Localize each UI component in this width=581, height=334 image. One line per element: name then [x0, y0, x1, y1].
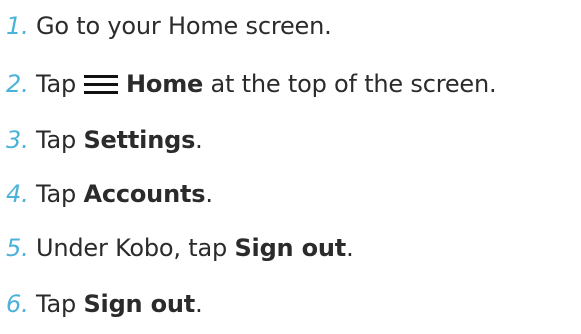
step-text: Tap Settings . [36, 126, 203, 154]
step-text-suffix: at the top of the screen. [203, 70, 497, 98]
step-3: 3. Tap Settings . [6, 120, 203, 160]
step-emphasis: Sign out [234, 234, 347, 262]
step-text-prefix: Tap [36, 180, 84, 208]
step-5: 5. Under Kobo, tap Sign out . [6, 228, 354, 268]
step-text: Under Kobo, tap Sign out . [36, 234, 354, 262]
step-text: Tap Sign out . [36, 290, 203, 318]
step-1: 1. Go to your Home screen. [6, 6, 332, 46]
step-6: 6. Tap Sign out . [6, 284, 203, 324]
step-emphasis: Settings [83, 126, 196, 154]
step-text-suffix: . [195, 290, 203, 318]
step-number: 5. [6, 234, 29, 262]
step-emphasis: Home [126, 70, 204, 98]
step-text-suffix: . [205, 180, 213, 208]
step-text-suffix: . [195, 126, 203, 154]
step-emphasis: Sign out [83, 290, 196, 318]
step-text: Go to your Home screen. [36, 12, 332, 40]
step-number: 2. [6, 70, 29, 98]
step-4: 4. Tap Accounts . [6, 174, 213, 214]
step-text-prefix: Under Kobo, tap [36, 234, 235, 262]
step-number: 4. [6, 180, 29, 208]
step-number: 3. [6, 126, 29, 154]
step-number: 1. [6, 12, 29, 40]
step-text-prefix: Tap [36, 290, 84, 318]
step-text-prefix: Tap [36, 126, 84, 154]
step-text: Tap Accounts . [36, 180, 213, 208]
step-2: 2. Tap Home at the top of the screen. [6, 64, 497, 104]
step-number: 6. [6, 290, 29, 318]
step-text-suffix: . [346, 234, 354, 262]
menu-icon [84, 73, 119, 95]
step-emphasis: Accounts [83, 180, 206, 208]
step-text-prefix: Tap [36, 70, 77, 98]
step-text: Tap Home at the top of the screen. [36, 70, 497, 98]
